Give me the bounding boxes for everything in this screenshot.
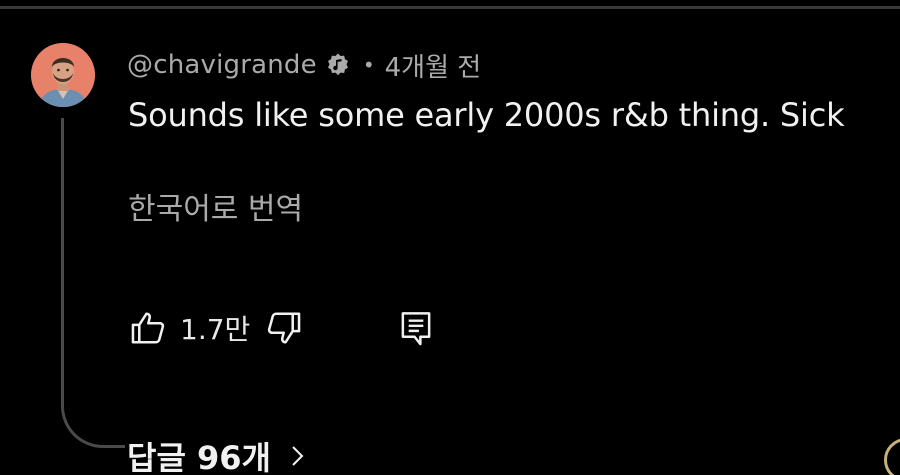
dislike-button[interactable]	[264, 308, 304, 348]
author-handle[interactable]: @chavigrande	[127, 50, 317, 80]
avatar[interactable]	[31, 43, 95, 107]
comment-text: Sounds like some early 2000s r&b thing. …	[128, 96, 845, 134]
music-note-verified-badge-icon	[327, 53, 348, 76]
top-divider	[0, 6, 900, 9]
comment-header: @chavigrande • 4개월 전	[127, 48, 482, 83]
reply-button[interactable]	[396, 308, 436, 348]
like-button[interactable]	[128, 308, 168, 348]
chevron-right-icon	[292, 446, 304, 466]
translate-link[interactable]: 한국어로 번역	[128, 184, 303, 228]
separator-dot: •	[362, 53, 375, 77]
avatar-portrait	[31, 43, 95, 107]
comment-screen: @chavigrande • 4개월 전 Sounds like some ea…	[0, 0, 900, 475]
comment-actions: 1.7만	[128, 305, 436, 351]
reply-thread-line	[61, 118, 125, 448]
thumbs-up-icon	[131, 312, 165, 344]
thumbs-down-icon	[268, 312, 301, 344]
like-count: 1.7만	[180, 313, 251, 346]
comment-timestamp: 4개월 전	[384, 52, 482, 83]
replies-label: 답글 96개	[127, 439, 271, 475]
comment-reply-icon	[401, 312, 431, 346]
replies-toggle[interactable]: 답글 96개	[127, 432, 309, 475]
corner-ring-indicator	[884, 438, 900, 475]
